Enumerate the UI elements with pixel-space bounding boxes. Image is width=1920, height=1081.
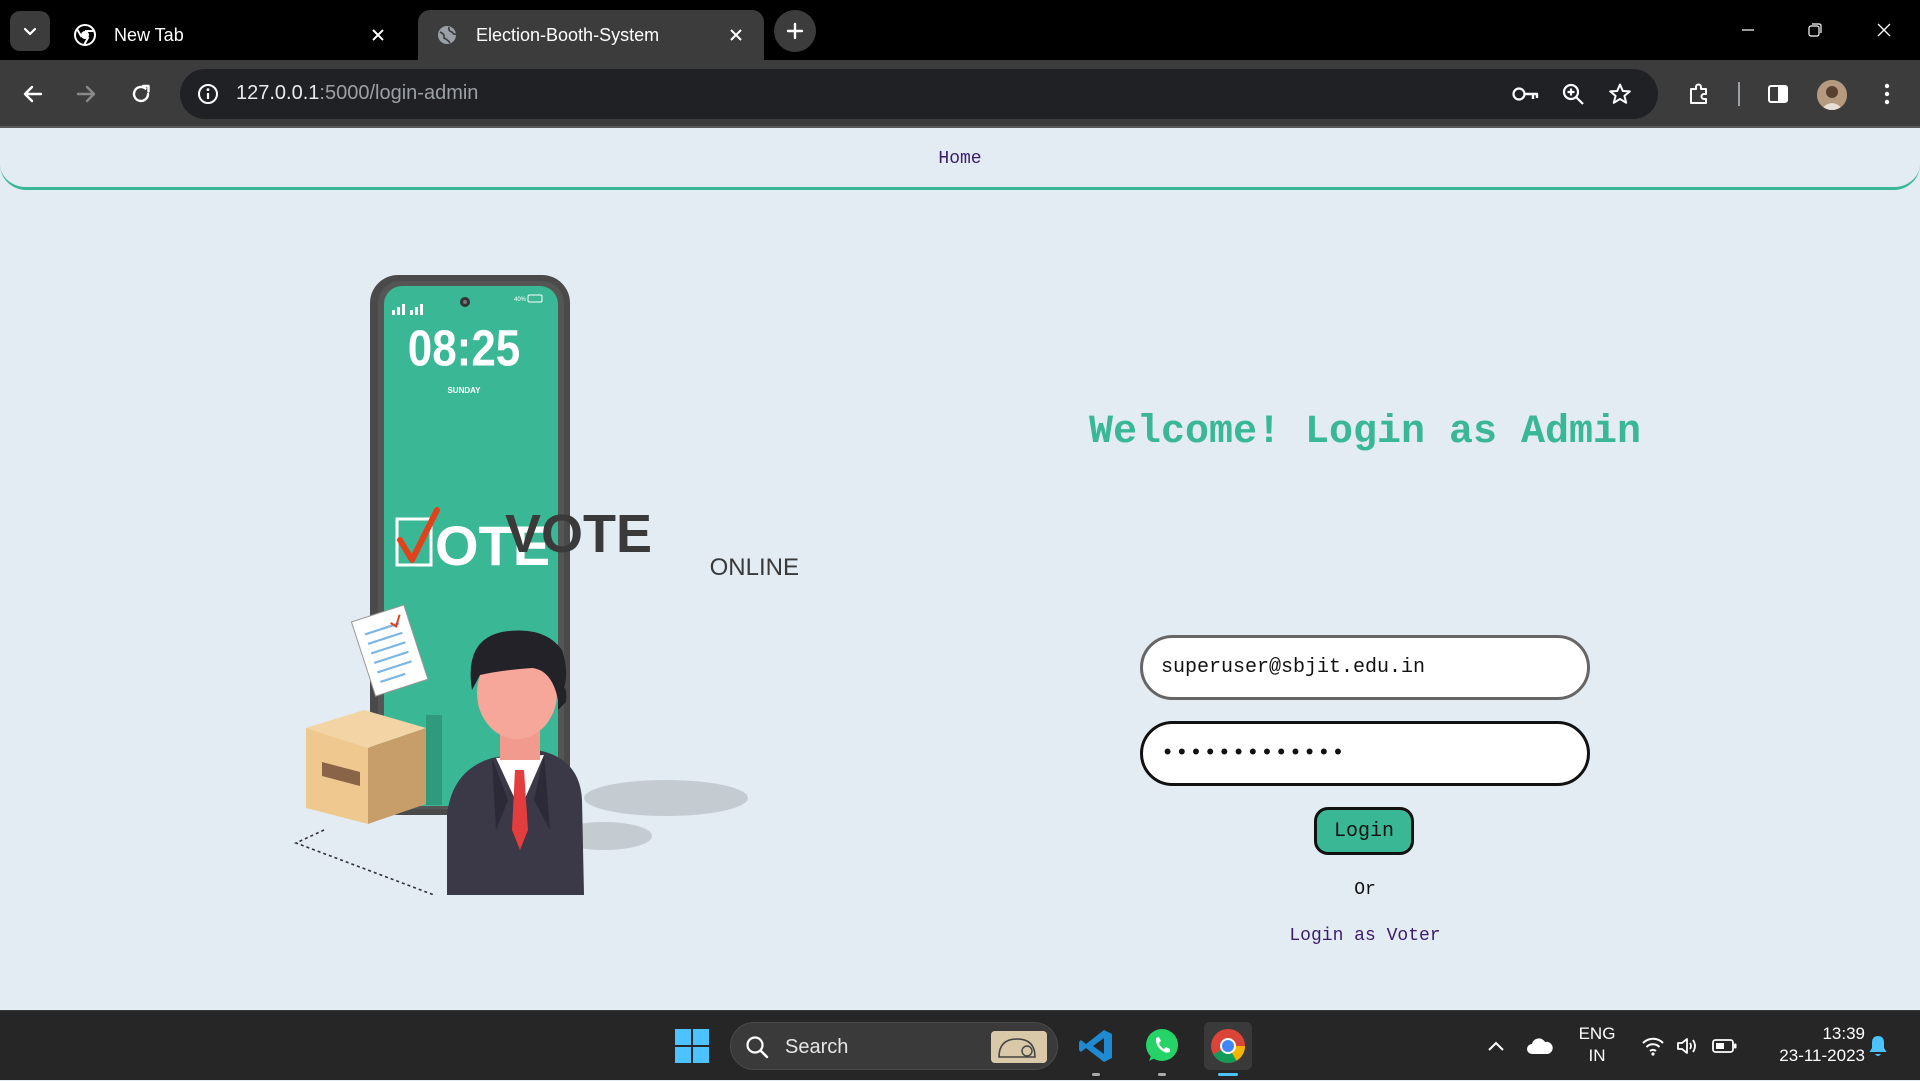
site-info-button[interactable] xyxy=(190,76,226,112)
url-host: 127.0.0.1 xyxy=(236,82,320,104)
phone-battery-text: 40% xyxy=(514,297,527,303)
start-button[interactable] xyxy=(668,1022,716,1070)
search-label: Search xyxy=(785,1036,849,1058)
close-window-button[interactable] xyxy=(1862,10,1906,50)
globe-icon xyxy=(436,24,458,46)
browser-toolbar: 127.0.0.1:5000/login-admin xyxy=(0,60,1920,128)
vote-online-illustration: 40% 08:25 SUNDAY OTE VOTE ONLINE xyxy=(293,275,799,895)
region-code: IN xyxy=(1588,1046,1606,1065)
active-indicator xyxy=(1218,1073,1238,1076)
extensions-button[interactable] xyxy=(1679,74,1719,114)
arrow-left-icon xyxy=(23,85,43,103)
arrow-right-icon xyxy=(76,85,96,103)
taskbar-chrome[interactable] xyxy=(1204,1022,1252,1076)
battery-icon xyxy=(1712,1039,1737,1053)
minimize-icon xyxy=(1742,29,1754,31)
chevron-up-icon xyxy=(1488,1041,1504,1051)
notifications-button[interactable] xyxy=(1862,1011,1894,1081)
windows-taskbar: Search ENG IN 13:39 23-11-2023 xyxy=(0,1010,1920,1080)
onedrive-button[interactable] xyxy=(1522,1011,1558,1081)
reload-button[interactable] xyxy=(121,74,161,114)
tab-election-booth-system[interactable]: Election-Booth-System xyxy=(418,10,764,60)
chrome-logo-icon xyxy=(1211,1029,1245,1063)
phone-day-text: SUNDAY xyxy=(447,386,481,395)
side-panel-icon xyxy=(1768,85,1788,103)
running-indicator xyxy=(1158,1073,1166,1076)
language-code: ENG xyxy=(1578,1024,1616,1043)
minimize-button[interactable] xyxy=(1726,10,1770,50)
taskbar-whatsapp[interactable] xyxy=(1138,1022,1186,1076)
cloud-icon xyxy=(1527,1038,1553,1054)
restore-icon xyxy=(1808,23,1822,37)
password-field[interactable] xyxy=(1140,721,1590,786)
brand-title: VOTE xyxy=(505,504,652,564)
toolbar-divider xyxy=(1738,82,1740,106)
windows-logo-icon xyxy=(675,1029,709,1063)
url-text[interactable]: 127.0.0.1:5000/login-admin xyxy=(236,82,478,105)
close-icon[interactable] xyxy=(368,25,388,45)
search-highlight-icon xyxy=(991,1031,1047,1063)
taskbar-search[interactable]: Search xyxy=(730,1022,1058,1070)
browser-title-bar: New Tab Election-Booth-System xyxy=(0,0,1920,60)
bell-icon xyxy=(1869,1036,1887,1056)
chevron-down-icon xyxy=(23,27,37,36)
phone-time-text: 08:25 xyxy=(408,321,521,378)
password-key-button[interactable] xyxy=(1511,79,1541,109)
clock-time: 13:39 xyxy=(1822,1024,1865,1043)
login-button[interactable]: Login xyxy=(1314,807,1414,855)
url-path: :5000/login-admin xyxy=(319,82,479,104)
zoom-button[interactable] xyxy=(1558,79,1588,109)
zoom-in-icon xyxy=(1562,83,1584,105)
page-title: Welcome! Login as Admin xyxy=(1088,410,1642,455)
email-field[interactable] xyxy=(1140,635,1590,700)
clock-date: 23-11-2023 xyxy=(1779,1046,1865,1065)
speaker-icon xyxy=(1677,1038,1696,1054)
side-panel-button[interactable] xyxy=(1758,74,1798,114)
close-icon xyxy=(1877,23,1891,37)
volume-button[interactable] xyxy=(1671,1011,1703,1081)
brand-subtitle: ONLINE xyxy=(710,554,799,581)
search-icon xyxy=(746,1036,769,1059)
restore-button[interactable] xyxy=(1793,10,1837,50)
chrome-menu-button[interactable] xyxy=(1867,74,1907,114)
wifi-icon xyxy=(1642,1037,1664,1056)
profile-avatar[interactable] xyxy=(1817,80,1847,110)
page-content: Home 40% 08:25 SUNDAY OTE VOTE ONLINE We… xyxy=(0,130,1920,1010)
or-separator: Or xyxy=(1354,880,1376,900)
tab-new-tab[interactable]: New Tab xyxy=(56,10,406,60)
wifi-button[interactable] xyxy=(1637,1011,1669,1081)
battery-button[interactable] xyxy=(1709,1011,1741,1081)
close-icon[interactable] xyxy=(726,25,746,45)
new-tab-button[interactable] xyxy=(774,10,816,52)
plus-icon xyxy=(786,22,804,40)
back-button[interactable] xyxy=(13,74,53,114)
navbar: Home xyxy=(0,130,1920,190)
address-bar[interactable]: 127.0.0.1:5000/login-admin xyxy=(180,69,1658,119)
star-icon xyxy=(1609,83,1631,104)
vscode-icon xyxy=(1079,1030,1112,1062)
reload-icon xyxy=(132,84,150,103)
taskbar-clock[interactable]: 13:39 23-11-2023 xyxy=(1755,1023,1865,1067)
show-hidden-icons-button[interactable] xyxy=(1480,1011,1512,1081)
bookmark-button[interactable] xyxy=(1605,79,1635,109)
puzzle-icon xyxy=(1690,83,1707,104)
nav-home-link[interactable]: Home xyxy=(938,149,981,169)
tab-title: Election-Booth-System xyxy=(476,24,660,45)
running-indicator xyxy=(1092,1073,1100,1076)
tab-search-button[interactable] xyxy=(10,11,50,51)
language-indicator[interactable]: ENG IN xyxy=(1572,1023,1622,1067)
taskbar-vscode[interactable] xyxy=(1072,1022,1120,1076)
chrome-logo-icon xyxy=(74,24,96,46)
more-vertical-icon xyxy=(1884,83,1890,105)
forward-button[interactable] xyxy=(66,74,106,114)
key-icon xyxy=(1512,87,1539,101)
whatsapp-icon xyxy=(1146,1029,1178,1061)
info-icon xyxy=(198,84,218,104)
login-as-voter-link[interactable]: Login as Voter xyxy=(1040,926,1690,946)
tab-title: New Tab xyxy=(114,24,184,45)
